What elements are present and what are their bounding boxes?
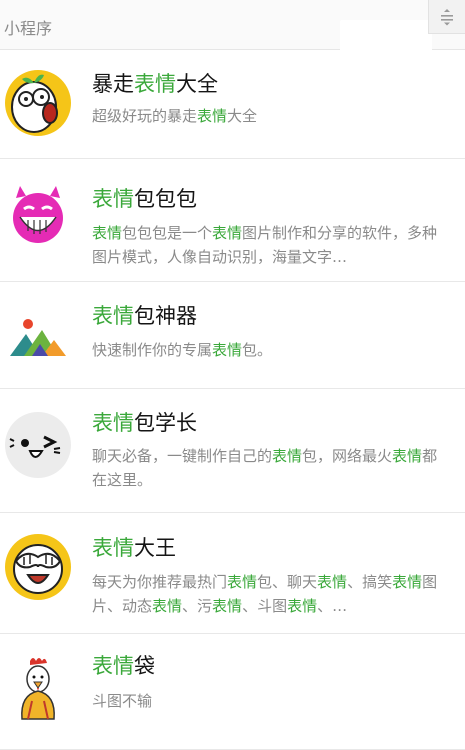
menu-icon	[441, 9, 453, 26]
item-description: 快速制作你的专属表情包。	[92, 338, 452, 362]
item-title: 表情大王	[92, 534, 176, 562]
highlighted-keyword: 表情	[392, 447, 423, 465]
highlighted-keyword: 表情	[92, 536, 134, 560]
highlighted-keyword: 表情	[92, 411, 134, 435]
list-item[interactable]: 表情袋 斗图不输	[0, 634, 465, 750]
highlighted-keyword: 表情	[92, 224, 123, 242]
list-item[interactable]: 表情包包包 表情包包包是一个表情图片制作和分享的软件，多种图片模式，人像自动识别…	[0, 159, 465, 282]
highlighted-keyword: 表情	[92, 187, 134, 211]
item-description: 聊天必备，一键制作自己的表情包，网络最火表情都在这里。	[92, 444, 452, 492]
text-run: 斗图不输	[92, 692, 153, 710]
item-description: 超级好玩的暴走表情大全	[92, 104, 452, 128]
highlighted-keyword: 表情	[197, 107, 228, 125]
face-palm-laugh-icon	[4, 533, 72, 601]
menu-button[interactable]	[428, 0, 465, 34]
rooster-icon	[4, 653, 72, 721]
highlighted-keyword: 表情	[92, 654, 134, 678]
highlighted-keyword: 表情	[272, 447, 303, 465]
winking-face-icon	[4, 411, 72, 479]
list-item[interactable]: 表情包神器 快速制作你的专属表情包。	[0, 282, 465, 389]
list-item[interactable]: 表情大王 每天为你推荐最热门表情包、聊天表情、搞笑表情图片、动态表情、污表情、斗…	[0, 513, 465, 634]
mountains-sun-icon	[4, 302, 72, 370]
text-run: 、污	[182, 597, 213, 615]
text-run: 、…	[317, 597, 348, 615]
text-run: 包、聊天	[257, 573, 318, 591]
text-run: 大全	[176, 72, 218, 96]
header-title: 小程序	[4, 19, 53, 38]
item-title: 表情包学长	[92, 409, 197, 437]
text-run: 包学长	[134, 411, 197, 435]
highlighted-keyword: 表情	[227, 573, 258, 591]
text-run: 大全	[227, 107, 258, 125]
item-description: 斗图不输	[92, 689, 452, 713]
text-run: 袋	[134, 654, 155, 678]
highlighted-keyword: 表情	[212, 597, 243, 615]
highlighted-keyword: 表情	[317, 573, 348, 591]
highlighted-keyword: 表情	[392, 573, 423, 591]
list-item[interactable]: 表情包学长 聊天必备，一键制作自己的表情包，网络最火表情都在这里。	[0, 389, 465, 513]
pink-devil-face-icon	[4, 182, 72, 250]
text-run: 包。	[242, 341, 273, 359]
shocked-face-icon	[4, 69, 72, 137]
text-run: 包包包	[134, 187, 197, 211]
item-description: 表情包包包是一个表情图片制作和分享的软件，多种图片模式，人像自动识别，海量文字…	[92, 221, 452, 269]
item-title: 表情包包包	[92, 185, 197, 213]
highlighted-keyword: 表情	[134, 72, 176, 96]
text-run: 暴走	[92, 72, 134, 96]
result-list: 暴走表情大全 超级好玩的暴走表情大全 表情包包包 表情包包包是一个表情图片制作和…	[0, 50, 465, 750]
text-run: 包包包是一个	[122, 224, 213, 242]
header-bar: 小程序	[0, 0, 465, 68]
text-run: 超级好玩的暴走	[92, 107, 198, 125]
item-title: 表情包神器	[92, 302, 197, 330]
item-title: 暴走表情大全	[92, 70, 218, 98]
highlighted-keyword: 表情	[92, 304, 134, 328]
item-description: 每天为你推荐最热门表情包、聊天表情、搞笑表情图片、动态表情、污表情、斗图表情、…	[92, 570, 452, 618]
text-run: 每天为你推荐最热门	[92, 573, 228, 591]
text-run: 包神器	[134, 304, 197, 328]
item-title: 表情袋	[92, 652, 155, 680]
text-run: 、搞笑	[347, 573, 393, 591]
highlighted-keyword: 表情	[287, 597, 318, 615]
text-run: 聊天必备，一键制作自己的	[92, 447, 273, 465]
list-item[interactable]: 暴走表情大全 超级好玩的暴走表情大全	[0, 50, 465, 159]
text-run: 大王	[134, 536, 176, 560]
text-run: 快速制作你的专属	[92, 341, 213, 359]
highlighted-keyword: 表情	[152, 597, 183, 615]
text-run: 包，网络最火	[302, 447, 393, 465]
highlighted-keyword: 表情	[212, 341, 243, 359]
highlighted-keyword: 表情	[212, 224, 243, 242]
text-run: 、斗图	[242, 597, 288, 615]
